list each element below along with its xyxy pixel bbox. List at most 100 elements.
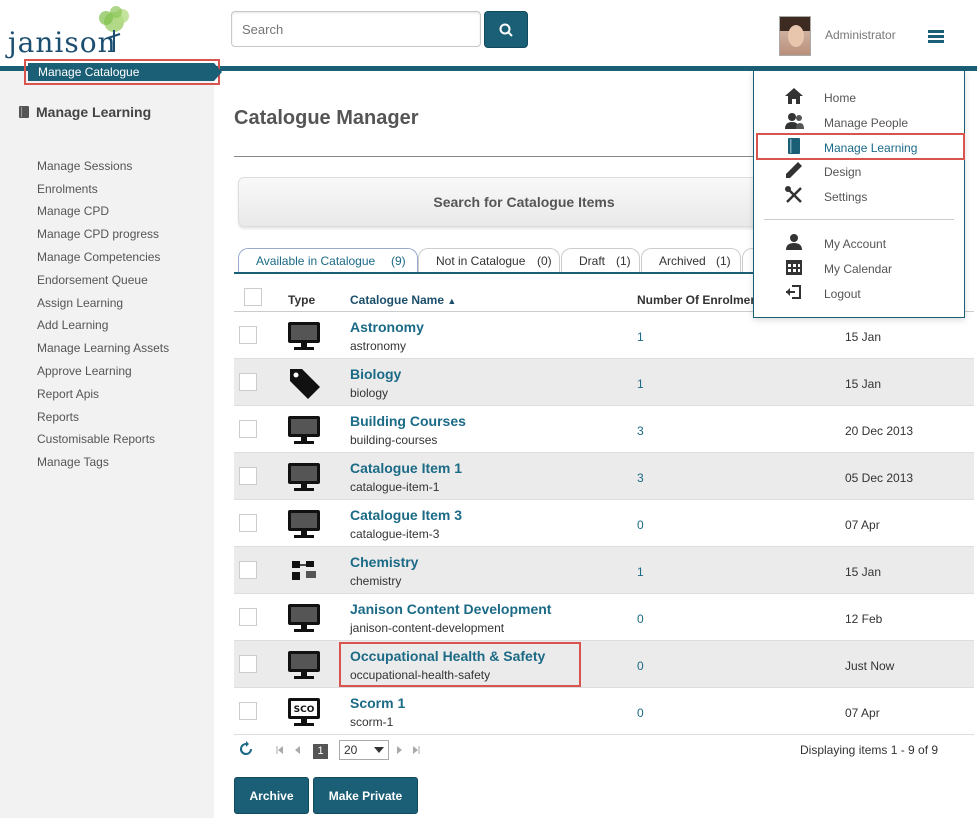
avatar[interactable] bbox=[779, 16, 811, 56]
user-name[interactable]: Administrator bbox=[825, 28, 896, 42]
sidebar-item-assign-learning[interactable]: Assign Learning bbox=[37, 296, 123, 310]
table-row[interactable]: Chemistry chemistry 1 15 Jan bbox=[234, 547, 974, 594]
sidebar-item-endorsement-queue[interactable]: Endorsement Queue bbox=[37, 273, 148, 287]
sidebar-item-manage-learning-assets[interactable]: Manage Learning Assets bbox=[37, 341, 169, 355]
catalogue-item-link[interactable]: Scorm 1 bbox=[350, 695, 405, 711]
catalogue-item-link[interactable]: Janison Content Development bbox=[350, 601, 551, 617]
menu-item-design[interactable]: Design bbox=[824, 165, 861, 179]
sidebar-item-add-learning[interactable]: Add Learning bbox=[37, 318, 108, 332]
row-checkbox[interactable] bbox=[239, 608, 257, 626]
table-row[interactable]: Astronomy astronomy 1 15 Jan bbox=[234, 312, 974, 359]
table-row[interactable]: Biology biology 1 15 Jan bbox=[234, 359, 974, 406]
people-icon bbox=[785, 113, 804, 129]
sidebar-item-manage-cpd-progress[interactable]: Manage CPD progress bbox=[37, 227, 159, 241]
sidebar-item-enrolments[interactable]: Enrolments bbox=[37, 182, 98, 196]
monitor-icon bbox=[286, 461, 322, 493]
tab-count: (0) bbox=[537, 254, 552, 268]
tab-label: Not in Catalogue bbox=[436, 254, 526, 268]
row-checkbox[interactable] bbox=[239, 467, 257, 485]
tab-available-in-catalogue[interactable]: Available in Catalogue (9) bbox=[238, 248, 418, 272]
archive-button[interactable]: Archive bbox=[234, 777, 309, 814]
column-header-type[interactable]: Type bbox=[288, 293, 315, 307]
sidebar-item-manage-cpd[interactable]: Manage CPD bbox=[37, 204, 109, 218]
header: janison Administrator bbox=[0, 0, 977, 66]
page-title: Catalogue Manager bbox=[234, 107, 419, 129]
page-size-select[interactable]: 20 bbox=[339, 740, 389, 760]
enrolment-count-link[interactable]: 0 bbox=[637, 706, 644, 720]
row-checkbox[interactable] bbox=[239, 373, 257, 391]
current-page[interactable]: 1 bbox=[313, 744, 328, 759]
search-catalogue-items-button[interactable]: Search for Catalogue Items bbox=[238, 177, 774, 227]
sidebar-item-manage-tags[interactable]: Manage Tags bbox=[37, 455, 109, 469]
sidebar-item-manage-sessions[interactable]: Manage Sessions bbox=[37, 159, 132, 173]
sidebar-item-approve-learning[interactable]: Approve Learning bbox=[37, 364, 132, 378]
sidebar-item-reports[interactable]: Reports bbox=[37, 410, 79, 424]
catalogue-item-slug: building-courses bbox=[350, 433, 438, 447]
column-header-catalogue-name[interactable]: Catalogue Name ▲ bbox=[350, 293, 456, 307]
column-header-label: Catalogue Name bbox=[350, 293, 445, 307]
enrolment-count-link[interactable]: 0 bbox=[637, 659, 644, 673]
prev-page-icon[interactable] bbox=[293, 745, 303, 755]
enrolment-count-link[interactable]: 1 bbox=[637, 565, 644, 579]
tab-draft[interactable]: Draft (1) bbox=[561, 248, 640, 272]
search-input[interactable] bbox=[231, 11, 481, 47]
enrolment-count-link[interactable]: 3 bbox=[637, 471, 644, 485]
tab-label: Available in Catalogue bbox=[256, 254, 376, 268]
main-menu-dropdown: Home Manage People Manage Learning Desig… bbox=[753, 70, 965, 318]
tab-label: Draft bbox=[579, 254, 606, 268]
tab-not-in-catalogue[interactable]: Not in Catalogue (0) bbox=[418, 248, 560, 272]
catalogue-item-link[interactable]: Building Courses bbox=[350, 413, 466, 429]
enrolment-count-link[interactable]: 0 bbox=[637, 612, 644, 626]
enrolment-count-link[interactable]: 1 bbox=[637, 330, 644, 344]
pencil-icon bbox=[786, 162, 802, 178]
tab-archived[interactable]: Archived (1) bbox=[641, 248, 741, 272]
column-header-enrolments[interactable]: Number Of Enrolments bbox=[637, 293, 768, 307]
last-page-icon[interactable] bbox=[411, 745, 421, 755]
table-row[interactable]: Janison Content Development janison-conte… bbox=[234, 594, 974, 641]
enrolment-count-link[interactable]: 0 bbox=[637, 518, 644, 532]
row-checkbox[interactable] bbox=[239, 702, 257, 720]
catalogue-item-link[interactable]: Catalogue Item 3 bbox=[350, 507, 462, 523]
sidebar-item-label[interactable]: Manage Catalogue bbox=[28, 63, 222, 81]
menu-item-manage-people[interactable]: Manage People bbox=[824, 116, 908, 130]
catalogue-item-link[interactable]: Catalogue Item 1 bbox=[350, 460, 462, 476]
row-checkbox[interactable] bbox=[239, 326, 257, 344]
first-page-icon[interactable] bbox=[275, 745, 285, 755]
chevron-down-icon bbox=[374, 747, 384, 753]
table-row[interactable]: SCO Scorm 1 scorm-1 0 07 Apr bbox=[234, 688, 974, 735]
row-checkbox[interactable] bbox=[239, 561, 257, 579]
janison-logo[interactable]: janison bbox=[4, 4, 134, 62]
enrolment-count-link[interactable]: 1 bbox=[637, 377, 644, 391]
select-all-checkbox[interactable] bbox=[244, 288, 262, 306]
refresh-icon[interactable] bbox=[237, 740, 255, 758]
row-checkbox[interactable] bbox=[239, 655, 257, 673]
catalogue-item-link[interactable]: Biology bbox=[350, 366, 401, 382]
catalogue-item-link[interactable]: Astronomy bbox=[350, 319, 424, 335]
menu-item-settings[interactable]: Settings bbox=[824, 190, 867, 204]
catalogue-item-slug: astronomy bbox=[350, 339, 407, 353]
enrolment-count-link[interactable]: 3 bbox=[637, 424, 644, 438]
sidebar-item-report-apis[interactable]: Report Apis bbox=[37, 387, 99, 401]
menu-item-home[interactable]: Home bbox=[824, 91, 856, 105]
make-private-button[interactable]: Make Private bbox=[313, 777, 418, 814]
sidebar-item-manage-catalogue[interactable]: Manage Catalogue bbox=[24, 59, 222, 85]
row-date: 12 Feb bbox=[845, 612, 883, 626]
row-checkbox[interactable] bbox=[239, 420, 257, 438]
scorm-label: SCO bbox=[294, 705, 315, 715]
row-checkbox[interactable] bbox=[239, 514, 257, 532]
menu-item-my-account[interactable]: My Account bbox=[824, 237, 886, 251]
sidebar-item-customisable-reports[interactable]: Customisable Reports bbox=[37, 432, 155, 446]
tools-icon bbox=[785, 186, 802, 203]
table-row[interactable]: Building Courses building-courses 3 20 Dec … bbox=[234, 406, 974, 453]
search-button[interactable] bbox=[484, 11, 528, 48]
menu-item-my-calendar[interactable]: My Calendar bbox=[824, 262, 892, 276]
sidebar-item-manage-competencies[interactable]: Manage Competencies bbox=[37, 250, 160, 264]
hamburger-menu-icon[interactable] bbox=[928, 30, 944, 44]
table-row[interactable]: Catalogue Item 3 catalogue-item-3 0 07 Apr bbox=[234, 500, 974, 547]
menu-item-manage-learning[interactable]: Manage Learning bbox=[824, 141, 917, 155]
row-date: 05 Dec 2013 bbox=[845, 471, 914, 485]
menu-item-logout[interactable]: Logout bbox=[824, 287, 861, 301]
next-page-icon[interactable] bbox=[394, 745, 404, 755]
catalogue-item-link[interactable]: Chemistry bbox=[350, 554, 418, 570]
table-row[interactable]: Catalogue Item 1 catalogue-item-1 3 05 Dec … bbox=[234, 453, 974, 500]
